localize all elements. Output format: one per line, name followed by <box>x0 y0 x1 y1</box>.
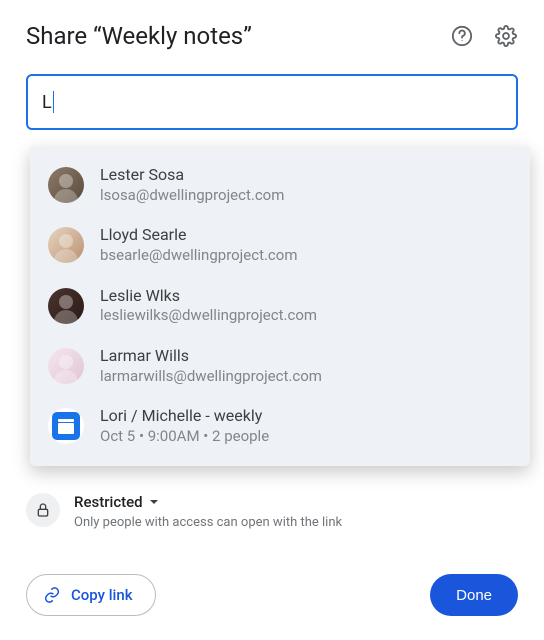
suggestion-name: Lloyd Searle <box>100 225 298 246</box>
general-access-row: Restricted Only people with access can o… <box>26 493 518 530</box>
suggestion-item[interactable]: Lloyd Searle bsearle@dwellingproject.com <box>30 215 530 275</box>
suggestion-name: Leslie Wlks <box>100 286 317 307</box>
avatar <box>48 227 84 263</box>
suggestion-detail: Oct 5 • 9:00AM • 2 people <box>100 427 269 447</box>
suggestion-name: Larmar Wills <box>100 346 322 367</box>
suggestion-email: larmarwills@dwellingproject.com <box>100 367 322 387</box>
suggestion-name: Lester Sosa <box>100 165 284 186</box>
link-icon <box>43 586 61 604</box>
caret-down-icon <box>149 497 159 507</box>
people-search-input[interactable]: L <box>26 74 518 130</box>
access-level-dropdown[interactable]: Restricted <box>74 493 342 511</box>
calendar-icon <box>48 408 84 444</box>
done-button[interactable]: Done <box>430 574 518 616</box>
suggestion-item[interactable]: Leslie Wlks lesliewilks@dwellingproject.… <box>30 276 530 336</box>
copy-link-button[interactable]: Copy link <box>26 574 156 616</box>
copy-link-label: Copy link <box>71 586 133 604</box>
suggestion-email: bsearle@dwellingproject.com <box>100 246 298 266</box>
lock-icon <box>26 493 60 527</box>
suggestion-name: Lori / Michelle - weekly <box>100 406 269 427</box>
avatar <box>48 348 84 384</box>
help-icon[interactable] <box>450 24 474 48</box>
suggestion-item[interactable]: Lori / Michelle - weekly Oct 5 • 9:00AM … <box>30 396 530 456</box>
avatar <box>48 288 84 324</box>
suggestion-item[interactable]: Lester Sosa lsosa@dwellingproject.com <box>30 155 530 215</box>
settings-icon[interactable] <box>494 24 518 48</box>
access-description: Only people with access can open with th… <box>74 515 342 530</box>
suggestion-email: lesliewilks@dwellingproject.com <box>100 306 317 326</box>
suggestion-item[interactable]: Larmar Wills larmarwills@dwellingproject… <box>30 336 530 396</box>
autocomplete-dropdown: Lester Sosa lsosa@dwellingproject.com Ll… <box>30 147 530 466</box>
avatar <box>48 167 84 203</box>
suggestion-email: lsosa@dwellingproject.com <box>100 186 284 206</box>
dialog-title: Share “Weekly notes” <box>26 22 252 50</box>
access-level-label: Restricted <box>74 493 143 511</box>
search-value: L <box>42 92 52 113</box>
text-cursor <box>53 91 54 113</box>
